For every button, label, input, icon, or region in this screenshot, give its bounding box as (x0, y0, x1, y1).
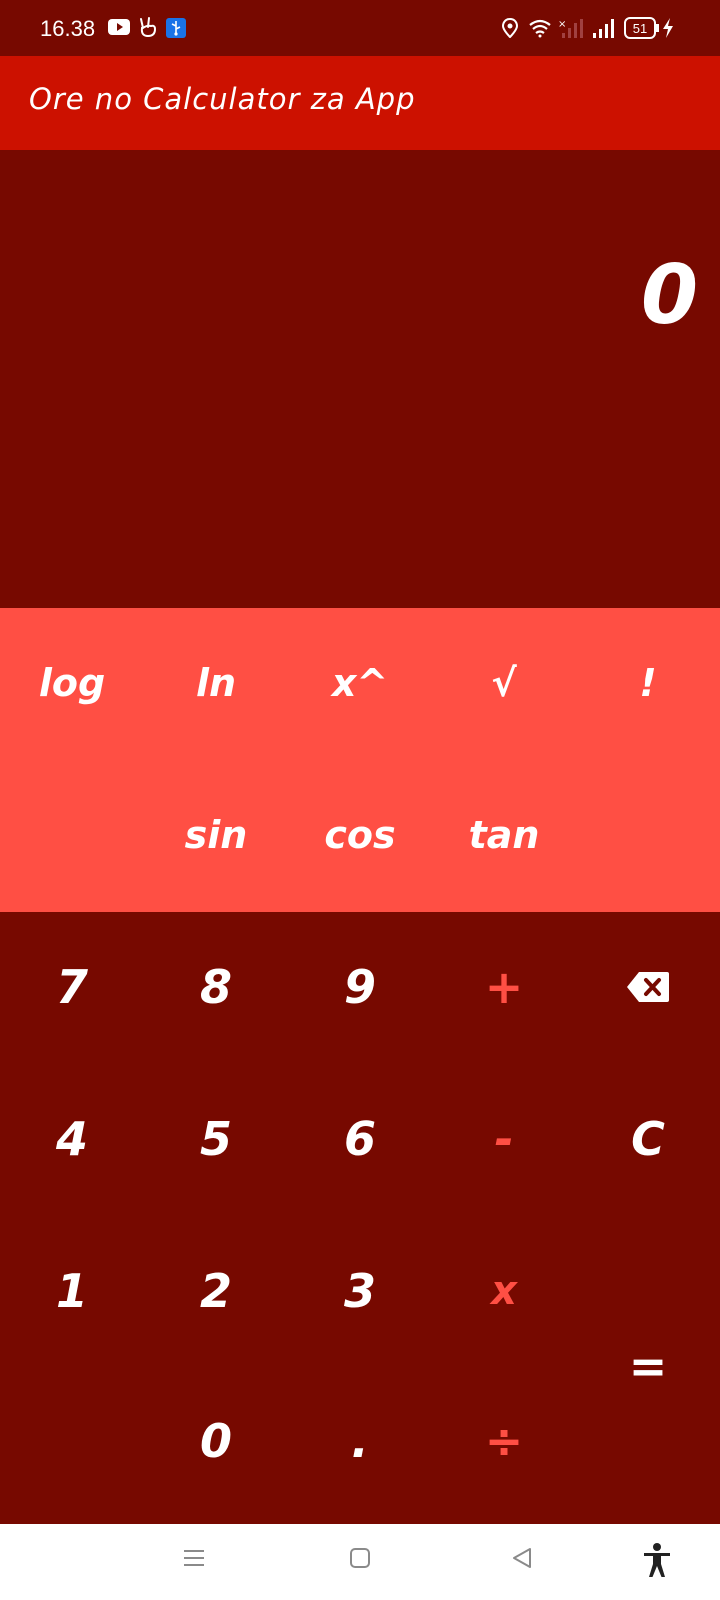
decimal-point-button[interactable]: . (288, 1366, 432, 1516)
navigation-bar (0, 1524, 720, 1600)
accessibility-icon[interactable] (642, 1542, 672, 1578)
menu-icon[interactable] (182, 1546, 206, 1570)
plus-button[interactable]: + (432, 912, 576, 1062)
youtube-icon (108, 19, 130, 35)
digit-7-button[interactable]: 7 (0, 912, 144, 1062)
cos-button[interactable]: cos (288, 760, 432, 910)
tan-button[interactable]: tan (432, 760, 576, 910)
digit-2-button[interactable]: 2 (144, 1216, 288, 1366)
digit-5-button[interactable]: 5 (144, 1064, 288, 1214)
power-button[interactable]: x^ (288, 608, 432, 758)
clear-button[interactable]: C (576, 1064, 720, 1214)
factorial-button[interactable]: ! (576, 608, 720, 758)
charging-icon (663, 18, 673, 38)
sqrt-button[interactable]: √ (432, 608, 576, 758)
equals-button[interactable]: = (576, 1216, 720, 1516)
app-bar: Ore no Calculator za App (0, 56, 720, 150)
calculator-display: 0 (0, 150, 720, 608)
digit-3-button[interactable]: 3 (288, 1216, 432, 1366)
scientific-panel: log ln x^ √ ! sin cos tan (0, 608, 720, 912)
status-bar: 16.38 × 51 (0, 0, 720, 56)
battery-icon: 51 (624, 17, 656, 39)
display-value: 0 (640, 248, 698, 343)
wifi-icon (529, 19, 551, 38)
digit-8-button[interactable]: 8 (144, 912, 288, 1062)
multiply-button[interactable]: x (432, 1216, 576, 1366)
usb-icon (166, 18, 186, 38)
peace-hand-icon (140, 17, 157, 38)
signal-icon (593, 19, 614, 38)
log-button[interactable]: log (0, 608, 144, 758)
back-icon[interactable] (510, 1546, 534, 1570)
keypad: 7 8 9 + 4 5 6 - C 1 2 3 x = 0 . ÷ (0, 912, 720, 1524)
no-signal-icon: × (558, 19, 583, 38)
digit-9-button[interactable]: 9 (288, 912, 432, 1062)
sin-button[interactable]: sin (144, 760, 288, 910)
app-title: Ore no Calculator za App (29, 82, 416, 116)
digit-1-button[interactable]: 1 (0, 1216, 144, 1366)
digit-6-button[interactable]: 6 (288, 1064, 432, 1214)
backspace-button[interactable] (576, 912, 720, 1062)
ln-button[interactable]: ln (144, 608, 288, 758)
svg-text:×: × (558, 19, 566, 30)
location-icon (502, 18, 518, 38)
digit-0-button[interactable]: 0 (144, 1366, 288, 1516)
home-icon[interactable] (348, 1546, 372, 1570)
minus-button[interactable]: - (432, 1064, 576, 1214)
digit-4-button[interactable]: 4 (0, 1064, 144, 1214)
backspace-icon (627, 972, 669, 1002)
status-time: 16.38 (40, 16, 96, 41)
battery-tip (656, 24, 659, 32)
battery-level: 51 (632, 20, 648, 36)
divide-button[interactable]: ÷ (432, 1366, 576, 1516)
